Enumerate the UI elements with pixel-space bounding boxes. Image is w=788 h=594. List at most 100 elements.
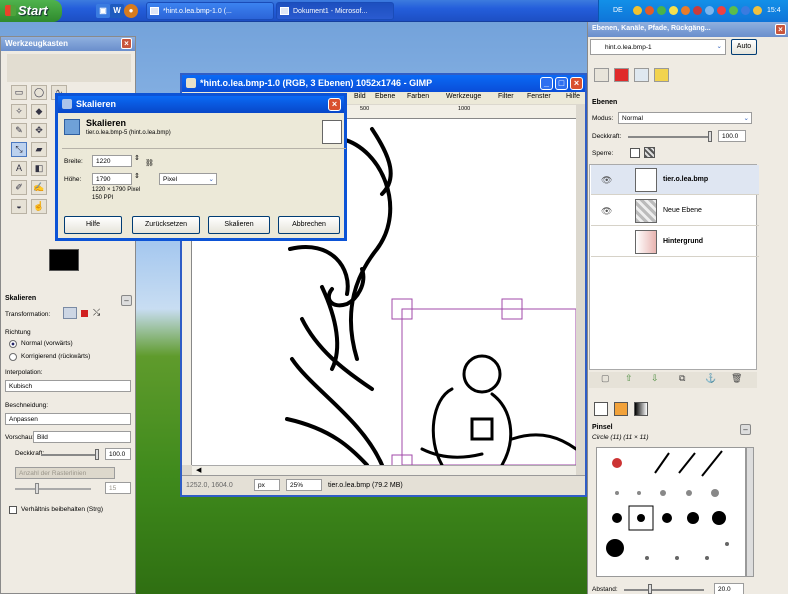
- tray-icon-5[interactable]: [681, 6, 690, 15]
- hoehe-input[interactable]: 1790: [92, 173, 132, 185]
- interpolation-select[interactable]: Kubisch: [5, 380, 131, 392]
- tray-icon-2[interactable]: [645, 6, 654, 15]
- menu-hilfe[interactable]: Hilfe: [566, 93, 580, 100]
- ratio-checkbox[interactable]: [9, 506, 17, 514]
- reset-button[interactable]: Zurücksetzen: [132, 216, 200, 234]
- modus-select[interactable]: Normal ⌄: [618, 112, 752, 124]
- deckkraft-spin[interactable]: 100.0: [105, 448, 131, 460]
- tray-icon-11[interactable]: [753, 6, 762, 15]
- language-indicator[interactable]: DE: [613, 7, 623, 14]
- minimize-icon[interactable]: _: [540, 77, 553, 90]
- layer-opacity-track[interactable]: [628, 136, 708, 138]
- desktop-icon[interactable]: ▣: [96, 4, 110, 18]
- brush-icon[interactable]: ✍: [31, 180, 47, 195]
- transform-selection-icon[interactable]: [81, 310, 88, 317]
- lock-alpha-icon[interactable]: [644, 147, 655, 158]
- bucket-icon[interactable]: ◧: [31, 161, 47, 176]
- raster-slider-handle[interactable]: [35, 483, 39, 494]
- firefox-icon[interactable]: ●: [124, 4, 138, 18]
- start-button[interactable]: Start: [0, 0, 62, 22]
- tray-icon-4[interactable]: [669, 6, 678, 15]
- raise-layer-icon[interactable]: ⇧: [625, 373, 633, 384]
- transform-path-icon[interactable]: ⤯: [93, 307, 100, 318]
- layers-tab-icon[interactable]: [594, 68, 609, 82]
- cancel-button[interactable]: Abbrechen: [278, 216, 340, 234]
- raster-spin[interactable]: 15: [105, 482, 131, 494]
- layer-row[interactable]: 👁 tier.o.lea.bmp: [591, 165, 759, 195]
- scale-button[interactable]: Skalieren: [208, 216, 270, 234]
- breite-spin-icon[interactable]: ⇕: [134, 154, 140, 162]
- duplicate-layer-icon[interactable]: ⧉: [679, 373, 685, 384]
- scale-tool-icon[interactable]: ⤡: [11, 142, 27, 157]
- move-icon[interactable]: ✥: [31, 123, 47, 138]
- patterns-tab-icon[interactable]: [614, 402, 628, 416]
- eye-icon[interactable]: 👁: [601, 175, 612, 186]
- tray-icon-1[interactable]: [633, 6, 642, 15]
- delete-icon[interactable]: 🗑: [731, 373, 742, 384]
- lower-layer-icon[interactable]: ⇩: [651, 373, 659, 384]
- lock-checkbox[interactable]: [630, 148, 640, 158]
- menu-fenster[interactable]: Fenster: [527, 93, 551, 100]
- maximize-icon[interactable]: □: [555, 77, 568, 90]
- spacing-handle[interactable]: [648, 584, 652, 594]
- brushes-menu-icon[interactable]: –: [740, 424, 751, 435]
- tray-icon-8[interactable]: [717, 6, 726, 15]
- image-select[interactable]: hint.o.lea.bmp-1 ⌄: [590, 39, 726, 55]
- unit-select[interactable]: Pixel ⌄: [159, 173, 217, 185]
- rect-select-icon[interactable]: ▭: [11, 85, 27, 100]
- auto-button[interactable]: Auto: [731, 39, 757, 55]
- horizontal-scrollbar[interactable]: ◀: [192, 465, 576, 475]
- help-button[interactable]: Hilfe: [64, 216, 122, 234]
- fuzzy-select-icon[interactable]: ✧: [11, 104, 27, 119]
- tray-icon-6[interactable]: [693, 6, 702, 15]
- unit-select[interactable]: px: [254, 479, 280, 491]
- menu-bild[interactable]: Bild: [354, 93, 366, 100]
- raster-select[interactable]: Anzahl der Rasterlinien: [15, 467, 115, 479]
- raster-slider-track[interactable]: [15, 488, 91, 490]
- tray-icon-7[interactable]: [705, 6, 714, 15]
- close-icon[interactable]: ×: [570, 77, 583, 90]
- close-icon[interactable]: ×: [121, 38, 132, 49]
- tray-icon-9[interactable]: [729, 6, 738, 15]
- radio-korrigierend[interactable]: [9, 353, 17, 361]
- scroll-left-icon[interactable]: ◀: [196, 466, 201, 474]
- zoom-select[interactable]: 25%: [286, 479, 322, 491]
- channels-tab-icon[interactable]: [614, 68, 629, 82]
- vorschau-select[interactable]: Bild: [33, 431, 131, 443]
- brushes-tab-icon[interactable]: [594, 402, 608, 416]
- new-layer-icon[interactable]: ▢: [601, 373, 610, 384]
- word-quicklaunch-icon[interactable]: W: [110, 4, 124, 18]
- taskbar-btn-word[interactable]: Dokument1 - Microsof...: [276, 2, 394, 20]
- ellipse-select-icon[interactable]: ◯: [31, 85, 47, 100]
- paths-tab-icon[interactable]: [634, 68, 649, 82]
- layer-row[interactable]: Hintergrund: [591, 227, 759, 257]
- brush-scrollbar[interactable]: [746, 447, 754, 577]
- spacing-track[interactable]: [624, 589, 704, 591]
- shear-icon[interactable]: ▰: [31, 142, 47, 157]
- close-icon[interactable]: ×: [328, 98, 341, 111]
- brush-grid[interactable]: [596, 447, 746, 577]
- anchor-icon[interactable]: ⚓: [705, 373, 716, 384]
- chain-link-icon[interactable]: ⛓: [145, 159, 154, 167]
- select-by-color-icon[interactable]: ◆: [31, 104, 47, 119]
- undo-tab-icon[interactable]: [654, 68, 669, 82]
- tray-icon-3[interactable]: [657, 6, 666, 15]
- breite-input[interactable]: 1220: [92, 155, 132, 167]
- pencil-icon[interactable]: ✐: [11, 180, 27, 195]
- menu-filter[interactable]: Filter: [498, 93, 514, 100]
- menu-werkzeuge[interactable]: Werkzeuge: [446, 93, 481, 100]
- transform-layer-icon[interactable]: [63, 307, 77, 319]
- taskbar-btn-gimp[interactable]: *hint.o.lea.bmp-1.0 (...: [146, 2, 274, 20]
- hoehe-spin-icon[interactable]: ⇕: [134, 172, 140, 180]
- radio-normal[interactable]: [9, 340, 17, 348]
- deckkraft-slider-handle[interactable]: [95, 449, 99, 460]
- smudge-icon[interactable]: ☝: [31, 199, 47, 214]
- deckkraft-slider-track[interactable]: [41, 454, 97, 456]
- options-menu-icon[interactable]: –: [121, 295, 132, 306]
- path-icon[interactable]: ✎: [11, 123, 27, 138]
- layer-opacity-spin[interactable]: 100.0: [718, 130, 746, 142]
- dodge-icon[interactable]: ◒: [11, 199, 27, 214]
- menu-ebene[interactable]: Ebene: [375, 93, 395, 100]
- foreground-color-swatch[interactable]: [49, 249, 79, 271]
- layer-opacity-handle[interactable]: [708, 131, 712, 142]
